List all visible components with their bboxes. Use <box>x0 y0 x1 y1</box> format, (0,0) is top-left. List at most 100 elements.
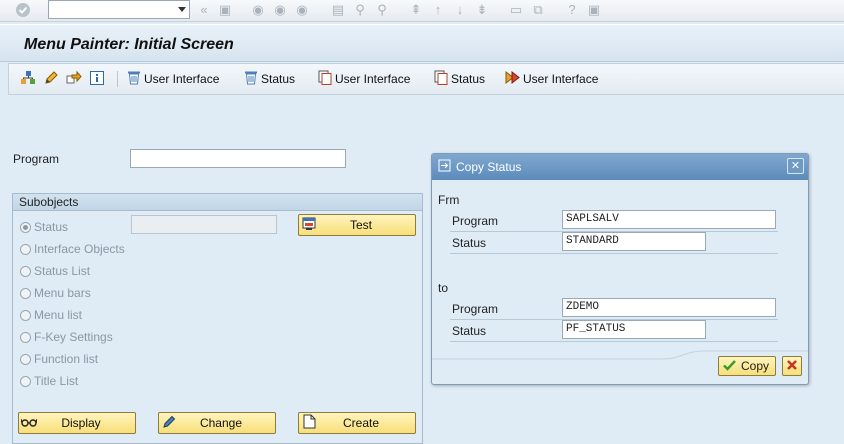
display-button[interactable]: Display <box>18 412 136 434</box>
exit-icon[interactable]: ◉ <box>272 2 288 18</box>
program-input[interactable] <box>130 149 346 168</box>
cancel-icon[interactable]: ◉ <box>294 2 310 18</box>
glasses-icon <box>19 415 39 431</box>
from-status-row: Status STANDARD <box>450 232 778 254</box>
dialog-title: Copy Status <box>456 160 522 174</box>
generate-user-interface-button[interactable]: User Interface <box>505 70 598 88</box>
save-icon[interactable]: ▣ <box>217 2 233 18</box>
arrow-right-icon[interactable] <box>65 70 83 88</box>
radio-dot <box>20 221 31 233</box>
radio-label: Menu list <box>34 308 83 322</box>
find-icon[interactable]: ⚲ <box>352 2 368 18</box>
cancel-button[interactable] <box>782 356 802 376</box>
radio-interface-objects[interactable]: Interface Objects <box>20 242 125 256</box>
from-program-input[interactable]: SAPLSALV <box>562 210 776 229</box>
back-nav-icon[interactable]: ◉ <box>250 2 266 18</box>
radio-f-key-settings[interactable]: F-Key Settings <box>20 330 113 344</box>
radio-dot <box>20 375 31 387</box>
print-icon[interactable]: ▤ <box>330 2 346 18</box>
create-label: Create <box>342 416 380 430</box>
to-program-label: Program <box>452 302 499 316</box>
from-status-label: Status <box>452 236 487 250</box>
radio-label: Title List <box>34 374 79 388</box>
hierarchy-icon[interactable] <box>19 70 37 88</box>
create-button[interactable]: Create <box>298 412 416 434</box>
enter-icon[interactable] <box>14 2 32 18</box>
radio-dot <box>20 265 31 277</box>
copy-user-interface-button[interactable]: User Interface <box>317 70 410 88</box>
copy-status-label: Status <box>451 72 486 86</box>
generate-icon <box>505 70 521 88</box>
delete-icon <box>126 70 142 88</box>
test-label: Test <box>349 218 372 232</box>
new-session-icon[interactable]: ▭ <box>508 2 524 18</box>
prev-page-icon[interactable]: ↑ <box>430 2 446 18</box>
to-label: to <box>438 281 449 295</box>
pencil-icon[interactable] <box>42 70 60 88</box>
copy-status-icon <box>438 159 452 175</box>
test-button[interactable]: Test <box>298 214 416 236</box>
first-page-icon[interactable]: ⇞ <box>408 2 424 18</box>
application-toolbar: User Interface Status User Interface Sta… <box>8 63 844 95</box>
to-status-label: Status <box>452 324 487 338</box>
display-label: Display <box>61 416 101 430</box>
back-icon[interactable]: « <box>197 2 211 18</box>
system-toolbar: « ▣ ◉ ◉ ◉ ▤ ⚲ ⚲ ⇞ ↑ ↓ ⇟ ▭ ⧉ ? ▣ <box>0 0 844 22</box>
next-page-icon[interactable]: ↓ <box>452 2 468 18</box>
generate-user-interface-label: User Interface <box>523 72 599 86</box>
radio-menu-list[interactable]: Menu list <box>20 308 82 322</box>
to-program-row: Program ZDEMO <box>450 298 778 320</box>
close-icon[interactable]: ✕ <box>787 158 804 174</box>
radio-status[interactable]: Status <box>20 220 68 234</box>
new-document-icon <box>299 414 319 432</box>
radio-label: Status <box>34 220 69 234</box>
page-title: Menu Painter: Initial Screen <box>24 36 234 53</box>
last-page-icon[interactable]: ⇟ <box>474 2 490 18</box>
radio-dot <box>20 287 31 299</box>
layout-icon[interactable]: ▣ <box>586 2 602 18</box>
shortcut-icon[interactable]: ⧉ <box>530 2 546 18</box>
from-label: Frm <box>438 193 460 207</box>
checkmark-icon <box>719 359 739 374</box>
radio-dot <box>20 353 31 365</box>
title-bar: Menu Painter: Initial Screen <box>0 24 844 62</box>
command-field[interactable] <box>48 0 190 19</box>
info-icon[interactable] <box>88 70 106 88</box>
radio-menu-bars[interactable]: Menu bars <box>20 286 91 300</box>
help-icon[interactable]: ? <box>564 2 580 18</box>
pencil-icon <box>159 415 179 432</box>
radio-label: Interface Objects <box>34 242 125 256</box>
radio-label: Status List <box>34 264 91 278</box>
status-input[interactable] <box>131 215 277 234</box>
copy-icon <box>433 70 449 88</box>
program-label: Program <box>13 152 60 166</box>
radio-label: F-Key Settings <box>34 330 113 344</box>
subobjects-group: Subobjects Status Test Interface Objects… <box>12 193 423 444</box>
delete-status-button[interactable]: Status <box>243 70 295 88</box>
copy-icon <box>317 70 333 88</box>
delete-status-label: Status <box>261 72 296 86</box>
radio-dot <box>20 309 31 321</box>
change-button[interactable]: Change <box>158 412 276 434</box>
copy-button[interactable]: Copy <box>718 356 776 376</box>
to-program-input[interactable]: ZDEMO <box>562 298 776 317</box>
cancel-icon <box>786 359 798 374</box>
to-status-input[interactable]: PF_STATUS <box>562 320 706 339</box>
radio-title-list[interactable]: Title List <box>20 374 78 388</box>
radio-status-list[interactable]: Status List <box>20 264 90 278</box>
radio-label: Menu bars <box>34 286 91 300</box>
radio-dot <box>20 243 31 255</box>
copy-status-button[interactable]: Status <box>433 70 485 88</box>
radio-function-list[interactable]: Function list <box>20 352 98 366</box>
from-status-input[interactable]: STANDARD <box>562 232 706 251</box>
from-program-row: Program SAPLSALV <box>450 210 778 232</box>
radio-dot <box>20 331 31 343</box>
toolbar-separator <box>117 71 118 87</box>
find-next-icon[interactable]: ⚲ <box>374 2 390 18</box>
delete-user-interface-button[interactable]: User Interface <box>126 70 219 88</box>
test-icon <box>299 217 319 234</box>
chevron-down-icon[interactable] <box>178 7 186 12</box>
dialog-header: Copy Status ✕ <box>432 154 808 180</box>
copy-status-dialog: Copy Status ✕ Frm Program SAPLSALV Statu… <box>431 153 809 385</box>
delete-icon <box>243 70 259 88</box>
